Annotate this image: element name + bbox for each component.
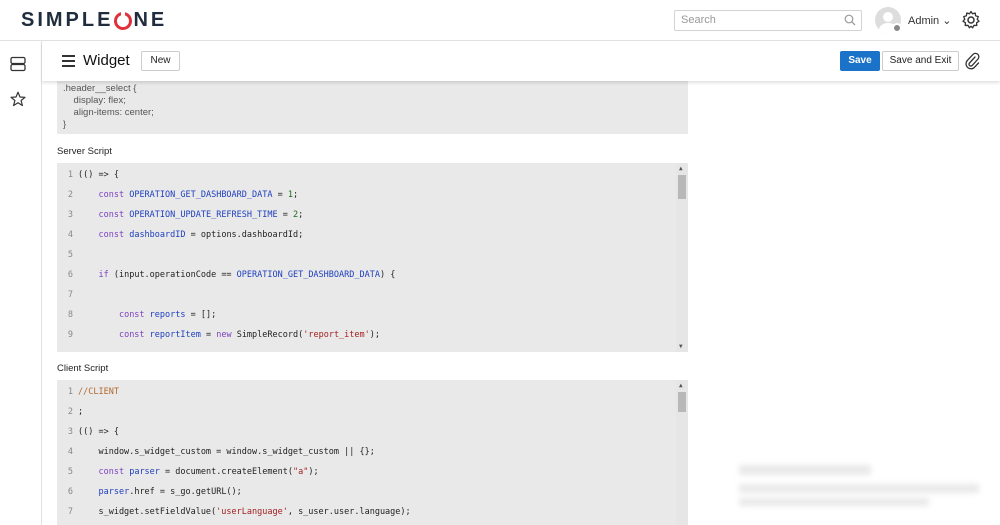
code-line: display: flex; [63,95,126,106]
search-input[interactable]: Search [674,10,862,31]
server-script-label: Server Script [57,146,112,157]
code-line: 5 const parser = document.createElement(… [67,467,319,477]
left-nav [0,41,42,525]
chevron-down-icon: ⌄ [942,15,952,27]
paperclip-icon[interactable] [964,52,980,75]
blurred-area [739,465,871,475]
blurred-area [739,484,979,493]
client-script-editor[interactable]: 1//CLIENT 2; 3(() => { 4 window.s_widget… [57,380,688,525]
code-line: 9 const reportItem = new SimpleRecord('r… [67,330,381,340]
code-line: 6 if (input.operationCode == OPERATION_G… [67,270,396,280]
search-icon[interactable] [844,14,856,29]
user-name: Admin [908,15,940,27]
scrollbar-thumb[interactable] [678,392,686,412]
star-icon[interactable] [10,91,28,109]
code-line: } [63,119,67,130]
save-and-exit-button[interactable]: Save and Exit [882,51,959,71]
new-button[interactable]: New [141,51,180,71]
code-line: 5 [67,250,73,260]
form-header: Widget New Save Save and Exit [42,41,1000,81]
layers-icon[interactable] [10,56,28,74]
client-script-label: Client Script [57,363,109,374]
scrollbar[interactable]: ▲ [676,380,688,525]
scrollbar-thumb[interactable] [678,175,686,199]
css-editor-tail[interactable]: .header__select { display: flex; align-i… [57,81,688,134]
status-dot [892,23,902,33]
code-line: 2 const OPERATION_GET_DASHBOARD_DATA = 1… [67,190,299,200]
form-content: .header__select { display: flex; align-i… [42,81,1000,525]
code-line: 7 [67,290,73,300]
code-line: 4 window.s_widget_custom = window.s_widg… [67,447,375,457]
code-line: 6 parser.href = s_go.getURL(); [67,487,242,497]
code-line: 1(() => { [67,170,119,180]
scrollbar[interactable]: ▲ ▼ [676,163,688,352]
scroll-down-arrow[interactable]: ▼ [679,343,683,350]
user-menu[interactable]: Admin ⌄ [908,14,951,27]
code-line: 7 s_widget.setFieldValue('userLanguage',… [67,507,411,517]
code-line: 1//CLIENT [67,387,119,397]
search-placeholder: Search [681,14,716,26]
top-bar: SIMPLE NE Search Admin ⌄ [0,0,1000,41]
blurred-area [739,498,929,506]
code-line: 8 const reports = []; [67,310,217,320]
code-line: .header__select { [63,83,137,94]
gear-icon[interactable] [961,10,981,30]
page-title: Widget [83,52,130,69]
save-button[interactable]: Save [840,51,880,71]
menu-icon[interactable] [62,55,75,67]
server-script-editor[interactable]: 1(() => { 2 const OPERATION_GET_DASHBOAR… [57,163,688,352]
code-line: align-items: center; [63,107,154,118]
code-line: 2; [67,407,84,417]
scroll-up-arrow[interactable]: ▲ [679,382,683,389]
code-line: 3(() => { [67,427,119,437]
logo[interactable]: SIMPLE NE [21,9,167,32]
code-line: 4 const dashboardID = options.dashboardI… [67,230,304,240]
scroll-up-arrow[interactable]: ▲ [679,165,683,172]
code-line: 3 const OPERATION_UPDATE_REFRESH_TIME = … [67,210,304,220]
